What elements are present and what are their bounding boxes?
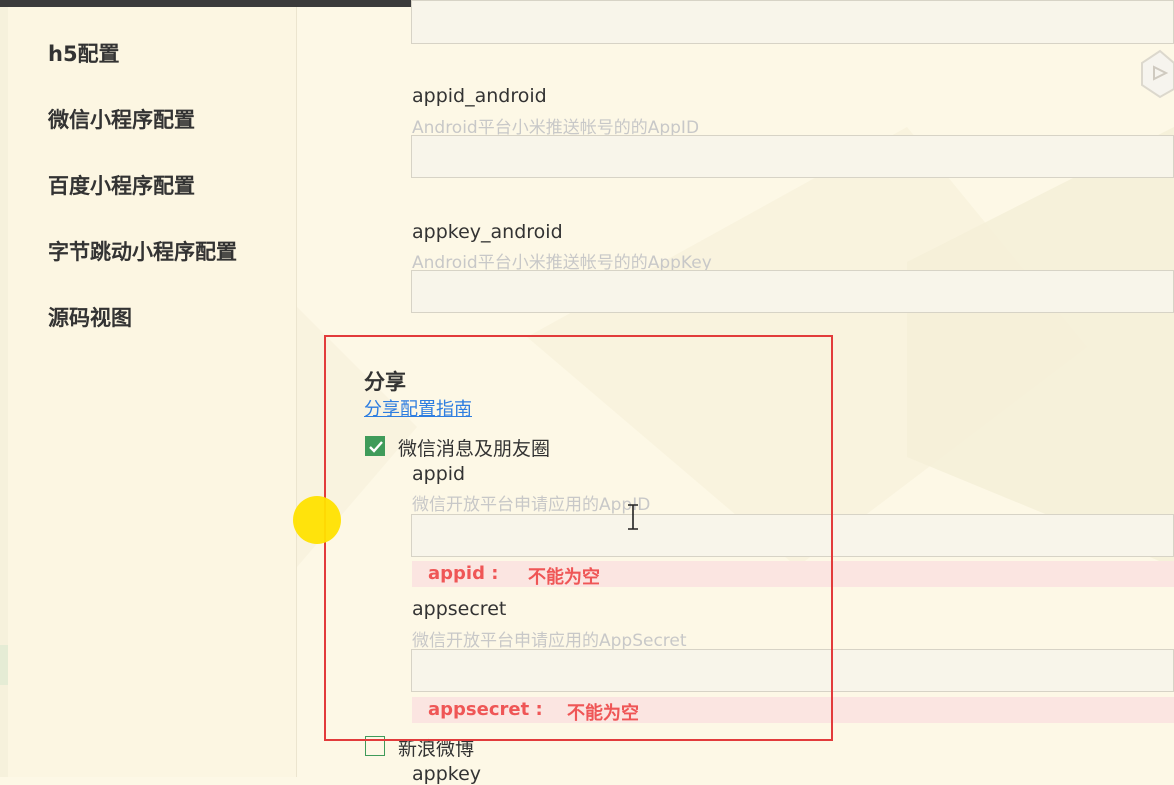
wechat-appid-error-message: 不能为空: [528, 567, 600, 588]
weibo-appkey-label: appkey: [412, 763, 482, 785]
appid-android-label: appid_android: [412, 85, 547, 107]
wechat-appsecret-label: appsecret: [412, 598, 507, 620]
wechat-appid-error: appid : 不能为空: [412, 561, 1174, 588]
weibo-share-checkbox-label: 新浪微博: [398, 738, 475, 760]
wechat-share-checkbox[interactable]: [365, 436, 385, 456]
appkey-android-label: appkey_android: [412, 221, 563, 243]
wechat-appsecret-error-message: 不能为空: [567, 703, 639, 724]
sidebar-item-source-view[interactable]: 源码视图: [48, 302, 132, 332]
sidebar-item-bytedance-miniprogram-config[interactable]: 字节跳动小程序配置: [48, 236, 237, 266]
wechat-appid-hint: 微信开放平台申请应用的AppID: [412, 495, 651, 515]
left-edge-marker: [0, 645, 8, 685]
weibo-share-checkbox[interactable]: [365, 736, 385, 756]
wechat-share-checkbox-label: 微信消息及朋友圈: [398, 438, 551, 460]
share-config-guide-link[interactable]: 分享配置指南: [364, 395, 472, 421]
wechat-appsecret-input[interactable]: [411, 649, 1174, 692]
wechat-appsecret-error: appsecret : 不能为空: [412, 697, 1174, 724]
sidebar-item-wechat-miniprogram-config[interactable]: 微信小程序配置: [48, 104, 195, 134]
share-section-title: 分享: [364, 370, 406, 394]
previous-field-input[interactable]: [411, 0, 1174, 44]
play-icon[interactable]: [1138, 45, 1174, 99]
wechat-appsecret-hint: 微信开放平台申请应用的AppSecret: [412, 631, 687, 651]
sidebar-item-baidu-miniprogram-config[interactable]: 百度小程序配置: [48, 170, 195, 200]
mouse-cursor-highlight: [293, 496, 341, 544]
wechat-appid-error-key: appid :: [428, 563, 499, 584]
checkmark-icon: [369, 441, 383, 453]
appid-android-input[interactable]: [411, 135, 1174, 178]
wechat-appid-label: appid: [412, 463, 466, 485]
text-cursor-icon: [628, 504, 638, 530]
sidebar-item-h5-config[interactable]: h5配置: [48, 38, 120, 68]
wechat-appid-input[interactable]: [411, 514, 1174, 557]
appkey-android-input[interactable]: [411, 270, 1174, 313]
wechat-appsecret-error-key: appsecret :: [428, 699, 543, 720]
sidebar: h5配置 微信小程序配置 百度小程序配置 字节跳动小程序配置 源码视图: [8, 7, 297, 777]
